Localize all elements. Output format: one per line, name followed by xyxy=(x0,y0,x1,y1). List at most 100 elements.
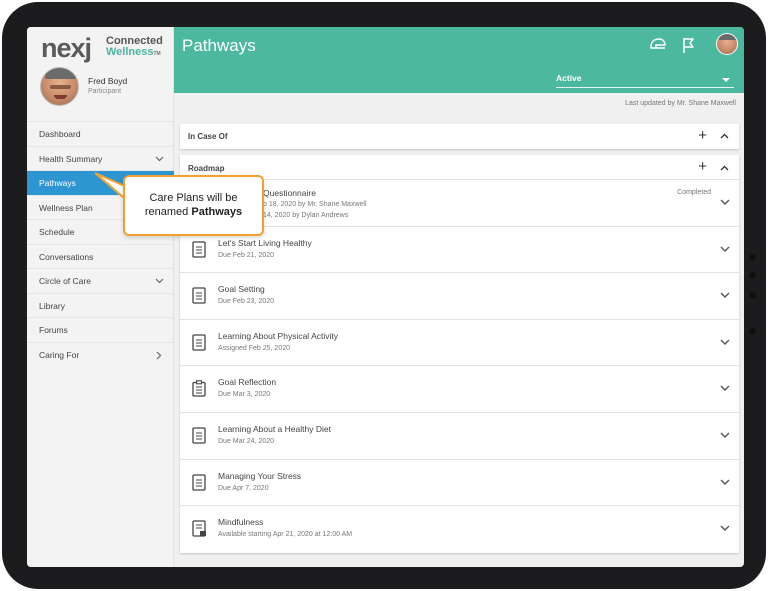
chevron-up-icon[interactable] xyxy=(720,165,729,171)
avatar-glasses xyxy=(50,85,71,89)
helmet-icon[interactable] xyxy=(648,35,668,55)
sidebar-item-circle-of-care[interactable]: Circle of Care xyxy=(27,268,174,293)
sidebar-item-conversations[interactable]: Conversations xyxy=(27,243,174,269)
roadmap-item[interactable]: Learning About Physical Activity Assigne… xyxy=(180,318,739,366)
camera-dot xyxy=(749,292,756,299)
sidebar-item-label: Health Summary xyxy=(39,153,103,164)
sidebar-item-label: Caring For xyxy=(39,349,80,360)
sidebar-item-label: Schedule xyxy=(39,227,75,237)
sidebar-item-caring-for[interactable]: Caring For xyxy=(27,341,174,367)
app-screen: nexj Connected WellnessTM Fred Boyd Part… xyxy=(27,27,744,567)
avatar-mouth xyxy=(54,95,67,99)
app-header: Pathways Active xyxy=(174,27,744,93)
sidebar: nexj Connected WellnessTM Fred Boyd Part… xyxy=(27,27,174,567)
item-subtitle: Due Apr 7, 2020 xyxy=(218,484,269,492)
sidebar-item-health-summary[interactable]: Health Summary xyxy=(27,145,174,171)
sidebar-item-label: Forums xyxy=(39,325,68,335)
add-icon[interactable]: + xyxy=(698,127,707,144)
chevron-down-icon[interactable] xyxy=(719,383,731,393)
callout-text-bold: Pathways xyxy=(191,206,243,218)
sidebar-item-dashboard[interactable]: Dashboard xyxy=(27,121,174,146)
chevron-down-icon[interactable] xyxy=(719,477,731,487)
item-subtitle: b 18, 2020 by Mr. Shane Maxwell xyxy=(263,201,367,208)
header-avatar[interactable] xyxy=(716,33,738,55)
add-icon[interactable]: + xyxy=(698,158,707,175)
chevron-right-icon[interactable] xyxy=(156,351,162,360)
item-title: Goal Setting xyxy=(218,284,265,295)
status-filter-value: Active xyxy=(556,73,582,83)
last-updated-text: Last updated by Mr. Shane Maxwell xyxy=(625,100,736,107)
roadmap-item[interactable]: Mindfulness Available starting Apr 21, 2… xyxy=(180,505,739,552)
item-subtitle: Due Mar 24, 2020 xyxy=(218,437,275,445)
user-profile[interactable]: Fred Boyd Participant xyxy=(27,62,174,120)
avatar[interactable] xyxy=(40,67,79,106)
status-filter-select[interactable]: Active xyxy=(556,71,734,88)
item-subtitle: Due Feb 23, 2020 xyxy=(218,298,275,306)
clipboard-icon xyxy=(192,380,206,398)
sidebar-nav: Dashboard Health Summary Pathways Wellne… xyxy=(27,121,174,366)
sidebar-item-label: Conversations xyxy=(39,251,94,262)
chevron-down-icon[interactable] xyxy=(719,430,731,440)
roadmap-item[interactable]: Learning About a Healthy Diet Due Mar 24… xyxy=(180,411,739,459)
sidebar-item-forums[interactable]: Forums xyxy=(27,317,174,342)
chevron-down-icon[interactable] xyxy=(719,523,731,533)
document-icon xyxy=(192,287,206,304)
item-title: Mindfulness xyxy=(218,517,264,528)
item-title: Managing Your Stress xyxy=(218,470,302,481)
user-role: Participant xyxy=(88,88,122,95)
avatar-cap xyxy=(45,68,76,79)
chevron-up-icon[interactable] xyxy=(720,133,729,139)
item-title: Goal Reflection xyxy=(218,377,277,388)
status-badge: Completed xyxy=(677,189,711,196)
item-subtitle: Available starting Apr 21, 2020 at 12:00… xyxy=(218,531,353,539)
item-title: Let's Start Living Healthy xyxy=(218,237,312,248)
item-subtitle: Due Mar 3, 2020 xyxy=(218,391,271,399)
flag-icon[interactable] xyxy=(679,35,699,55)
chevron-down-icon[interactable] xyxy=(155,278,164,284)
roadmap-item[interactable]: Goal Setting Due Feb 23, 2020 xyxy=(180,272,739,319)
nexj-logo[interactable]: nexj Connected WellnessTM xyxy=(41,33,166,63)
callout-text: renamed Pathways xyxy=(125,206,262,218)
panel-header[interactable]: Roadmap + xyxy=(180,155,739,179)
callout-text-prefix: renamed xyxy=(144,206,192,218)
document-icon xyxy=(192,240,206,258)
logo-brand: nexj xyxy=(41,33,92,63)
avatar-cap xyxy=(719,34,737,40)
panel-title: In Case Of xyxy=(188,132,228,141)
callout-text: Care Plans will be xyxy=(149,192,238,204)
sidebar-item-label: Pathways xyxy=(39,178,76,188)
sidebar-item-library[interactable]: Library xyxy=(27,292,174,318)
chevron-down-icon[interactable] xyxy=(719,290,731,300)
locked-document-icon xyxy=(192,520,206,537)
camera-dot xyxy=(749,328,756,335)
item-title: Questionnaire xyxy=(263,188,316,198)
logo-tagline: Connected WellnessTM xyxy=(106,35,163,58)
item-title: Learning About a Healthy Diet xyxy=(218,423,331,434)
chevron-down-icon[interactable] xyxy=(155,156,164,162)
item-subtitle: Assigned Feb 25, 2020 xyxy=(218,344,290,352)
panel-header[interactable]: In Case Of + xyxy=(180,124,739,148)
sidebar-item-label: Dashboard xyxy=(39,129,81,139)
sidebar-item-label: Circle of Care xyxy=(39,276,91,286)
document-icon xyxy=(192,473,206,491)
dropdown-arrow-icon xyxy=(722,78,730,82)
chevron-down-icon[interactable] xyxy=(719,337,731,347)
sidebar-item-label: Library xyxy=(39,300,65,311)
annotation-callout: Care Plans will be renamed Pathways xyxy=(123,175,264,236)
document-icon xyxy=(192,334,206,351)
roadmap-item[interactable]: Let's Start Living Healthy Due Feb 21, 2… xyxy=(180,225,739,273)
item-subtitle: Due Feb 21, 2020 xyxy=(218,251,275,259)
camera-dot xyxy=(749,272,756,279)
panel-title: Roadmap xyxy=(188,164,225,173)
chevron-down-icon[interactable] xyxy=(719,244,731,254)
item-subtitle: 14, 2020 by Dylan Andrews xyxy=(263,212,349,219)
roadmap-item[interactable]: Goal Reflection Due Mar 3, 2020 xyxy=(180,365,739,412)
camera-dot xyxy=(749,254,756,261)
chevron-down-icon[interactable] xyxy=(719,197,731,207)
tablet-frame: nexj Connected WellnessTM Fred Boyd Part… xyxy=(2,2,766,589)
roadmap-item[interactable]: Managing Your Stress Due Apr 7, 2020 xyxy=(180,458,739,506)
in-case-of-panel: In Case Of + xyxy=(180,124,739,149)
page-title: Pathways xyxy=(182,36,256,55)
item-title: Learning About Physical Activity xyxy=(218,330,339,341)
user-name: Fred Boyd xyxy=(88,76,128,86)
